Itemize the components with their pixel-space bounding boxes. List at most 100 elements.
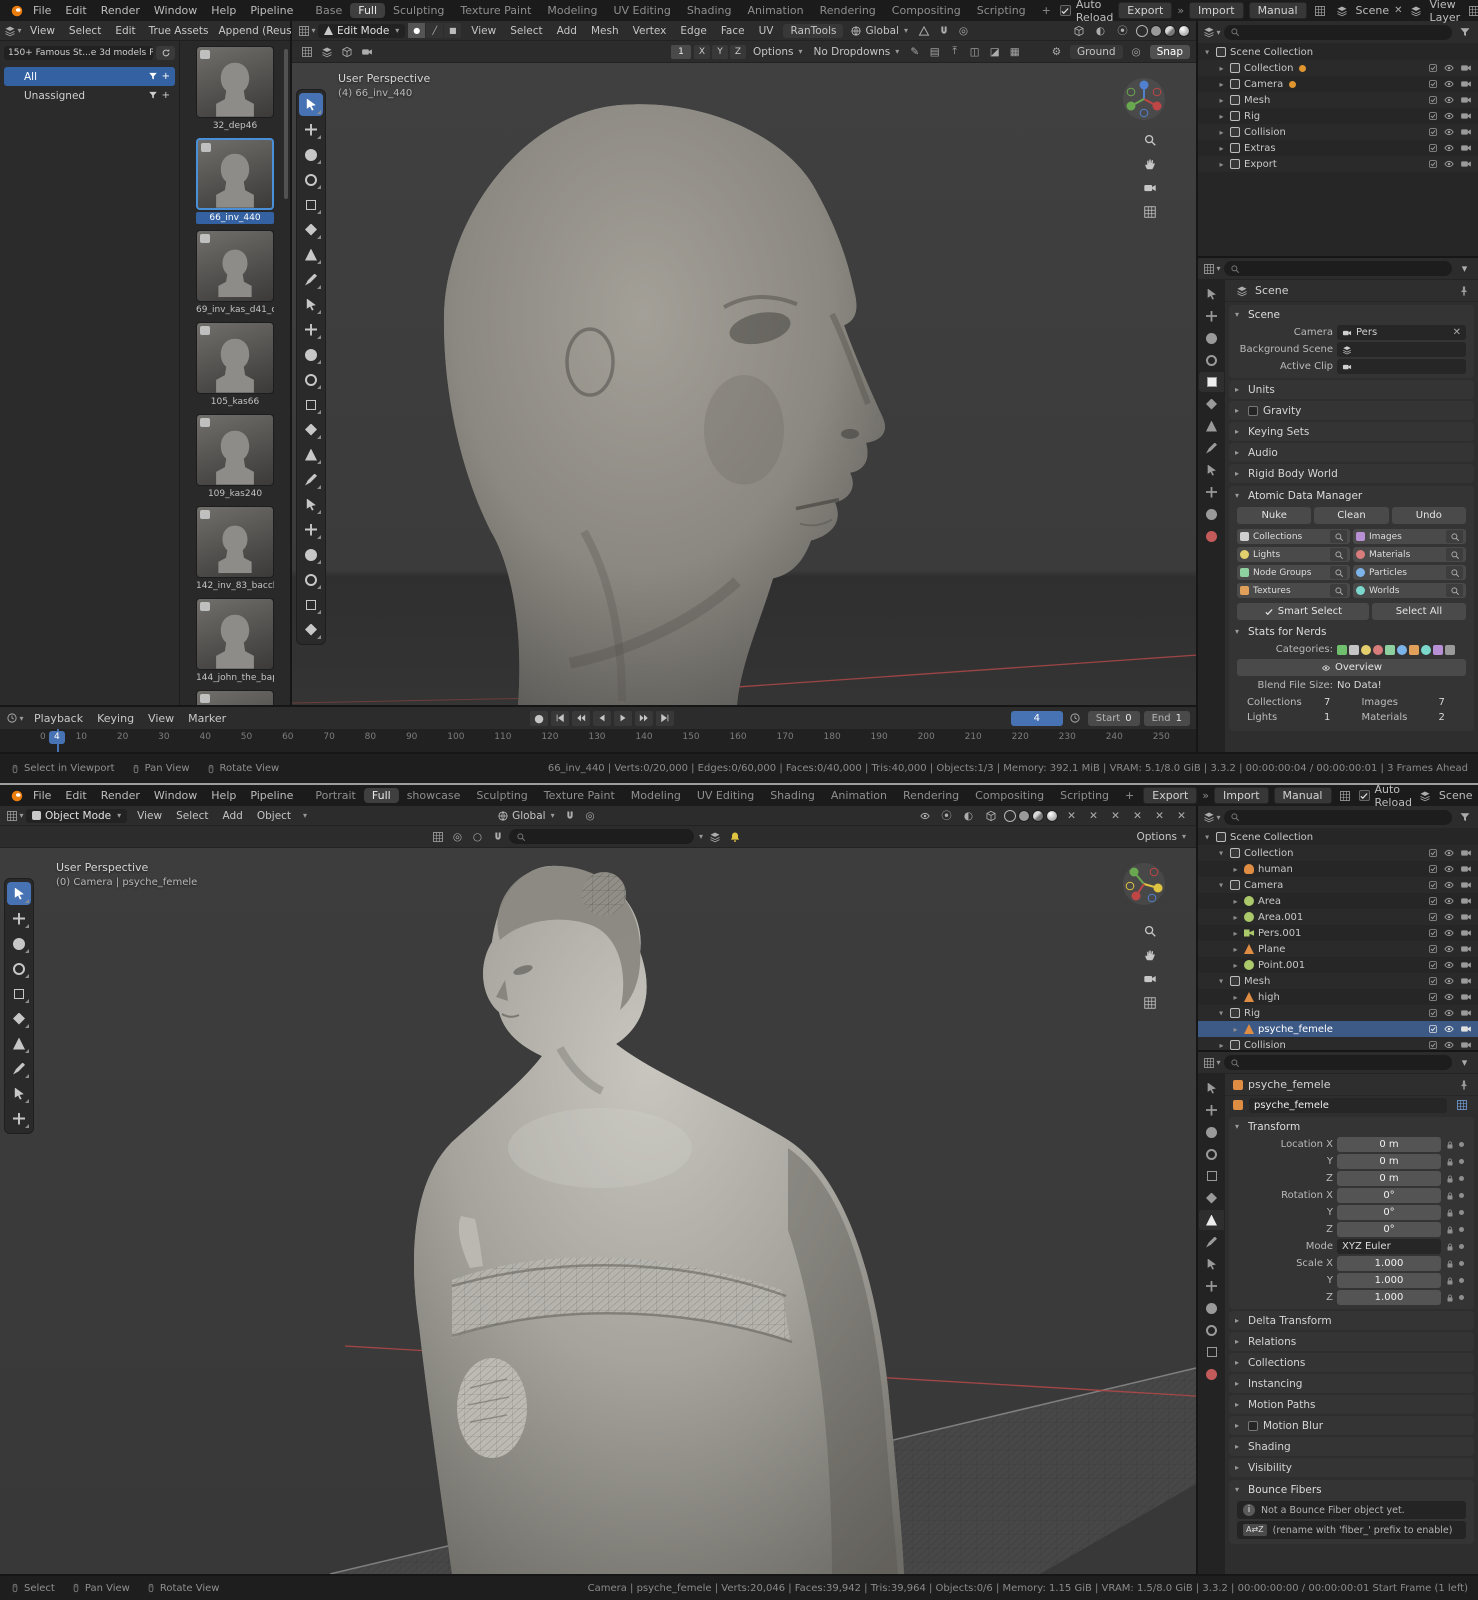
- tool-tweak[interactable]: [299, 93, 323, 116]
- asset-thumbnail[interactable]: [196, 690, 274, 705]
- options-dropdown[interactable]: Options ▾: [1132, 830, 1190, 844]
- proportional-editing-icon[interactable]: ◎: [582, 808, 599, 824]
- selectable-checkbox-icon[interactable]: [1428, 992, 1438, 1003]
- inspect-search-icon[interactable]: [1330, 530, 1347, 543]
- expand-arrow-icon[interactable]: ▸: [1217, 1041, 1226, 1050]
- workspace-tab-modeling[interactable]: Modeling: [539, 3, 605, 18]
- inspect-search-icon[interactable]: [1330, 566, 1347, 579]
- solid-shading-icon[interactable]: [1018, 809, 1030, 822]
- asset-thumbnail[interactable]: [196, 506, 274, 578]
- value-field[interactable]: 0 m: [1337, 1137, 1441, 1152]
- lock-icon[interactable]: [1445, 1291, 1455, 1304]
- properties-tab-particles[interactable]: [1199, 1254, 1224, 1274]
- tool-scale[interactable]: [299, 193, 323, 216]
- disable-render-camera-icon[interactable]: [1460, 975, 1472, 987]
- asset-69-inv-kas-d41-ct[interactable]: 69_inv_kas_d41_ct: [196, 230, 274, 316]
- properties-tab-output[interactable]: [1199, 1122, 1224, 1142]
- animate-dot-icon[interactable]: [1459, 1176, 1464, 1181]
- adm-category-images[interactable]: Images: [1353, 529, 1466, 544]
- disable-render-camera-icon[interactable]: [1460, 158, 1472, 170]
- disable-toggle-icon-2[interactable]: ✕: [1085, 808, 1102, 824]
- animate-dot-icon[interactable]: [1459, 1227, 1464, 1232]
- disable-render-camera-icon[interactable]: [1460, 1039, 1472, 1050]
- selectable-checkbox-icon[interactable]: [1428, 159, 1438, 170]
- expand-arrow-icon[interactable]: ▸: [1217, 1009, 1226, 1018]
- value-field[interactable]: 1.000: [1337, 1273, 1441, 1288]
- properties-tab-object[interactable]: [1199, 1210, 1224, 1230]
- catalog-filter-icon[interactable]: [148, 90, 158, 101]
- panel-motion-blur[interactable]: ▸ Motion Blur: [1229, 1416, 1474, 1435]
- workspace-tab-rendering[interactable]: Rendering: [812, 3, 884, 18]
- expand-arrow-icon[interactable]: ▸: [1217, 64, 1226, 73]
- inspect-search-icon[interactable]: [1330, 584, 1347, 597]
- xray-toggle-icon[interactable]: [982, 808, 999, 824]
- outliner-search-input[interactable]: [1224, 24, 1452, 40]
- disable-render-camera-icon[interactable]: [1460, 943, 1472, 955]
- disable-toggle-icon-6[interactable]: ✕: [1173, 808, 1190, 824]
- disable-render-camera-icon[interactable]: [1460, 911, 1472, 923]
- disable-render-camera-icon[interactable]: [1460, 991, 1472, 1003]
- catalog-filter-icon[interactable]: [148, 71, 158, 82]
- tool-extrude-region[interactable]: [299, 318, 323, 341]
- tool-loop-cut[interactable]: [299, 393, 323, 416]
- inspect-search-icon[interactable]: [1446, 530, 1463, 543]
- vertex-select-icon[interactable]: ●: [408, 23, 426, 38]
- asset-thumbnail[interactable]: [196, 138, 274, 210]
- inspect-search-icon[interactable]: [1446, 566, 1463, 579]
- editor-type-icon[interactable]: ▾: [6, 710, 24, 726]
- properties-tab-material[interactable]: [1199, 504, 1224, 524]
- animate-dot-icon[interactable]: [1459, 1278, 1464, 1283]
- workspace-tab-showcase[interactable]: showcase: [399, 788, 469, 803]
- selectable-checkbox-icon[interactable]: [1428, 95, 1438, 106]
- disable-render-camera-icon[interactable]: [1460, 847, 1472, 859]
- adm-category-collections[interactable]: Collections: [1237, 529, 1350, 544]
- workspace-tab-shading[interactable]: Shading: [679, 3, 740, 18]
- category-icon-node-groups[interactable]: [1385, 644, 1395, 655]
- workspace-tab-texture-paint[interactable]: Texture Paint: [536, 788, 623, 803]
- workspace-tab-animation[interactable]: Animation: [740, 3, 812, 18]
- menu-render[interactable]: Render: [94, 3, 147, 18]
- tool-rotate[interactable]: [7, 957, 31, 980]
- transform-orientation-dropdown[interactable]: Global ▾: [846, 24, 912, 38]
- notification-bell-icon[interactable]: [726, 829, 743, 845]
- lock-icon[interactable]: [1445, 1274, 1455, 1287]
- properties-tab-physics[interactable]: [1199, 1276, 1224, 1296]
- disable-render-camera-icon[interactable]: [1460, 142, 1472, 154]
- editor-type-icon[interactable]: ▾: [1203, 24, 1221, 40]
- properties-tab-texture[interactable]: [1199, 526, 1224, 546]
- menu-select[interactable]: Select: [169, 809, 215, 823]
- disable-toggle-icon-4[interactable]: ✕: [1129, 808, 1146, 824]
- properties-tab-material[interactable]: [1199, 1342, 1224, 1362]
- animate-dot-icon[interactable]: [1459, 1261, 1464, 1266]
- properties-tab-view-layer[interactable]: [1199, 350, 1224, 370]
- workspace-tab-modeling[interactable]: Modeling: [623, 788, 689, 803]
- outliner-item-rig[interactable]: ▸ Rig: [1198, 1005, 1478, 1021]
- gizmos-toggle-icon[interactable]: ⦿: [1114, 23, 1131, 39]
- outliner-item-area-001[interactable]: ▸ Area.001: [1198, 909, 1478, 925]
- manual-button[interactable]: Manual: [1273, 787, 1332, 804]
- blender-logo-icon[interactable]: [8, 3, 25, 19]
- hide-eye-icon[interactable]: [1443, 94, 1455, 106]
- selectable-checkbox-icon[interactable]: [1428, 880, 1438, 891]
- workspace-tab-uv-editing[interactable]: UV Editing: [605, 3, 678, 18]
- tool-cursor[interactable]: [299, 118, 323, 141]
- select-all-button[interactable]: Select All: [1371, 603, 1466, 620]
- jump-to-end-icon[interactable]: [656, 710, 674, 726]
- outliner-item-collision[interactable]: ▸ Collision: [1198, 1037, 1478, 1050]
- jump-to-start-icon[interactable]: [551, 710, 569, 726]
- disable-render-camera-icon[interactable]: [1460, 927, 1472, 939]
- playhead-frame-label[interactable]: 4: [49, 731, 65, 744]
- timeline-menu-marker[interactable]: Marker: [181, 711, 233, 726]
- inspect-search-icon[interactable]: [1330, 548, 1347, 561]
- category-icon-textures[interactable]: [1409, 644, 1419, 655]
- solid-shading-icon[interactable]: [1150, 24, 1162, 37]
- properties-tab-object-data[interactable]: [1199, 482, 1224, 502]
- overview-button[interactable]: Overview: [1237, 659, 1466, 676]
- outliner-item-scene-collection[interactable]: ▸ Scene Collection: [1198, 829, 1478, 845]
- workspace-tab-texture-paint[interactable]: Texture Paint: [452, 3, 539, 18]
- menu-mesh[interactable]: Mesh: [584, 24, 626, 38]
- adm-category-particles[interactable]: Particles: [1353, 565, 1466, 580]
- selectable-checkbox-icon[interactable]: [1428, 928, 1438, 939]
- tool-tweak[interactable]: [7, 882, 31, 905]
- filter-icon[interactable]: [1456, 809, 1473, 825]
